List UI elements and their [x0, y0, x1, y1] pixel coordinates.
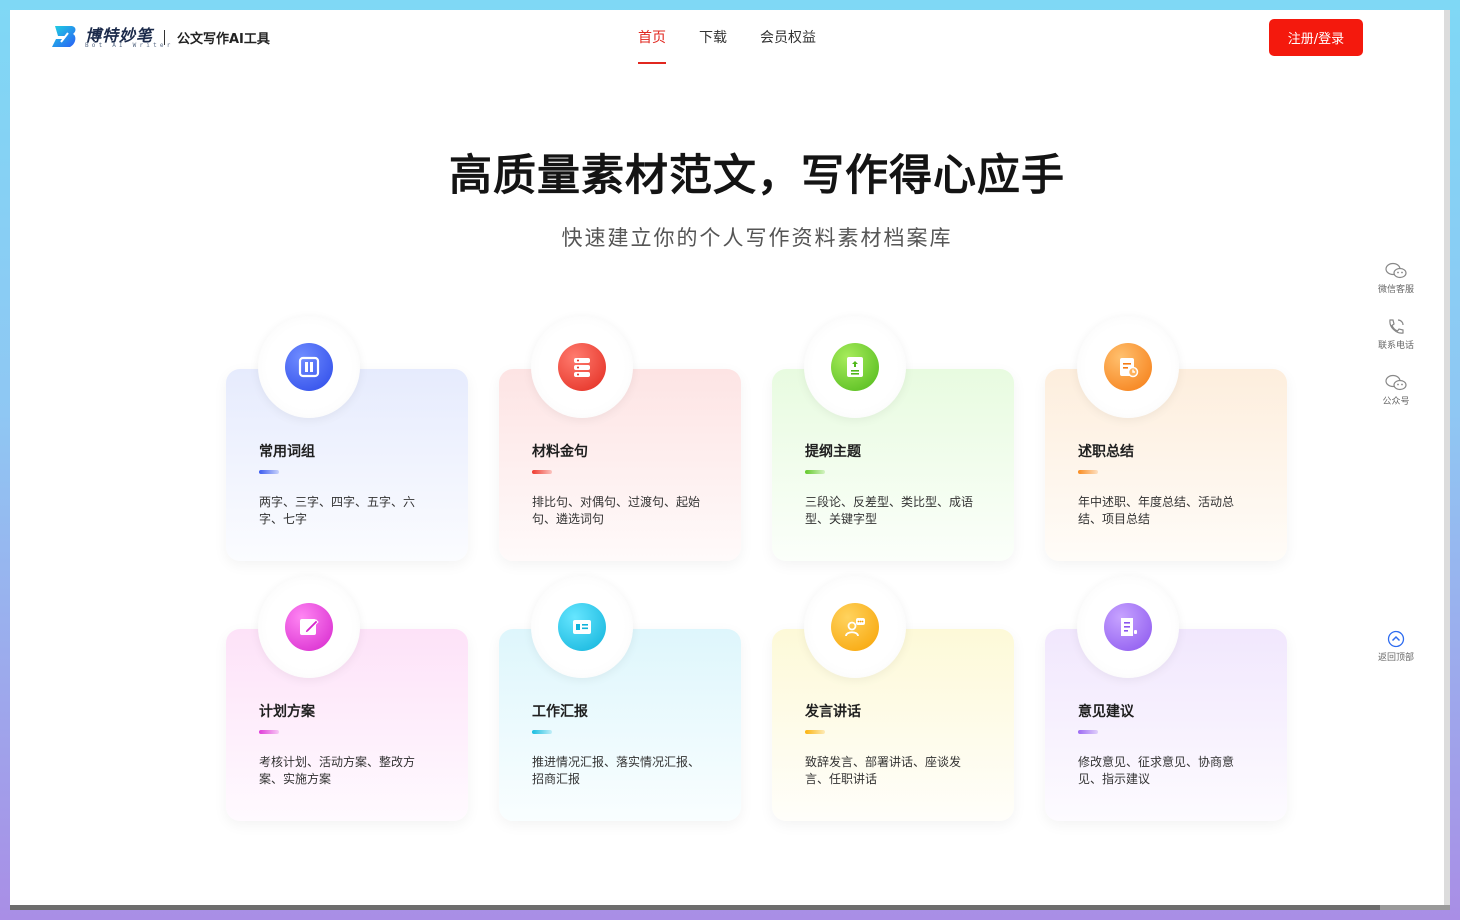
official-account-label: 公众号 — [1382, 397, 1410, 407]
icon-halo — [1077, 316, 1179, 418]
icon-halo — [804, 316, 906, 418]
back-to-top-label: 返回顶部 — [1377, 653, 1414, 663]
contact-phone-button[interactable]: 联系电话 — [1368, 318, 1424, 351]
edit-icon — [285, 603, 333, 651]
card-accent-bar — [532, 730, 552, 734]
nav-download[interactable]: 下载 — [699, 27, 727, 47]
hero-subtitle: 快速建立你的个人写作资料素材档案库 — [561, 226, 953, 250]
nav-home[interactable]: 首页 — [638, 27, 666, 47]
card-description: 致辞发言、部署讲话、座谈发言、任职讲话 — [805, 755, 962, 786]
card-accent-bar — [259, 470, 279, 474]
card-accent-bar — [805, 730, 825, 734]
contact-phone-label: 联系电话 — [1377, 341, 1414, 351]
nav-membership[interactable]: 会员权益 — [760, 27, 816, 47]
official-account-button[interactable]: 公众号 — [1368, 374, 1424, 407]
card-description: 年中述职、年度总结、活动总结、项目总结 — [1078, 495, 1235, 526]
card-description: 两字、三字、四字、五字、六字、七字 — [259, 495, 416, 526]
outline-icon — [831, 343, 879, 391]
brand-divider — [164, 30, 165, 45]
app-name: 公文写作AI工具 — [177, 32, 270, 47]
nav-active-underline — [638, 62, 666, 64]
login-register-button[interactable]: 注册/登录 — [1269, 19, 1363, 56]
icon-halo — [804, 576, 906, 678]
card-accent-bar — [532, 470, 552, 474]
stack-icon — [558, 343, 606, 391]
card-description: 三段论、反差型、类比型、成语型、关键字型 — [805, 495, 974, 526]
icon-halo — [258, 576, 360, 678]
vertical-scrollbar[interactable] — [1444, 10, 1450, 905]
card-title: 提纲主题 — [805, 444, 861, 460]
back-to-top-button[interactable]: 返回顶部 — [1368, 630, 1424, 663]
book-icon — [285, 343, 333, 391]
wechat-official-icon — [1385, 374, 1407, 391]
wechat-service-button[interactable]: 微信客服 — [1368, 262, 1424, 295]
wechat-icon — [1385, 262, 1407, 279]
card-title: 述职总结 — [1078, 444, 1134, 460]
report-icon — [1104, 343, 1152, 391]
card-description: 推进情况汇报、落实情况汇报、招商汇报 — [532, 755, 701, 786]
wechat-service-label: 微信客服 — [1377, 285, 1414, 295]
card-title: 工作汇报 — [532, 704, 588, 720]
card-title: 材料金句 — [532, 444, 588, 460]
card-title: 意见建议 — [1078, 704, 1134, 720]
logo-icon — [52, 26, 76, 47]
icon-halo — [1077, 576, 1179, 678]
card-accent-bar — [1078, 730, 1098, 734]
card-title: 发言讲话 — [805, 704, 861, 720]
card-accent-bar — [1078, 470, 1098, 474]
card-description: 修改意见、征求意见、协商意见、指示建议 — [1078, 755, 1235, 786]
icon-halo — [531, 316, 633, 418]
card-title: 计划方案 — [259, 704, 315, 720]
card-title: 常用词组 — [259, 444, 315, 460]
speech-icon — [831, 603, 879, 651]
card-accent-bar — [259, 730, 279, 734]
hero-title: 高质量素材范文，写作得心应手 — [449, 151, 1065, 201]
phone-icon — [1389, 319, 1404, 334]
browser-viewport: 博特妙笔 Bot AI Writer 公文写作AI工具 首页 下载 会员权益 注… — [10, 10, 1444, 905]
board-icon — [558, 603, 606, 651]
horizontal-scrollbar[interactable] — [10, 905, 1450, 910]
icon-halo — [258, 316, 360, 418]
horizontal-scrollbar-thumb[interactable] — [1380, 905, 1450, 910]
icon-halo — [531, 576, 633, 678]
feedback-icon — [1104, 603, 1152, 651]
card-description: 排比句、对偶句、过渡句、起始句、遴选词句 — [532, 495, 701, 526]
brand-subtitle: Bot AI Writer — [85, 42, 174, 49]
chevron-up-circle-icon — [1387, 630, 1405, 648]
card-accent-bar — [805, 470, 825, 474]
card-description: 考核计划、活动方案、整改方案、实施方案 — [259, 755, 416, 786]
